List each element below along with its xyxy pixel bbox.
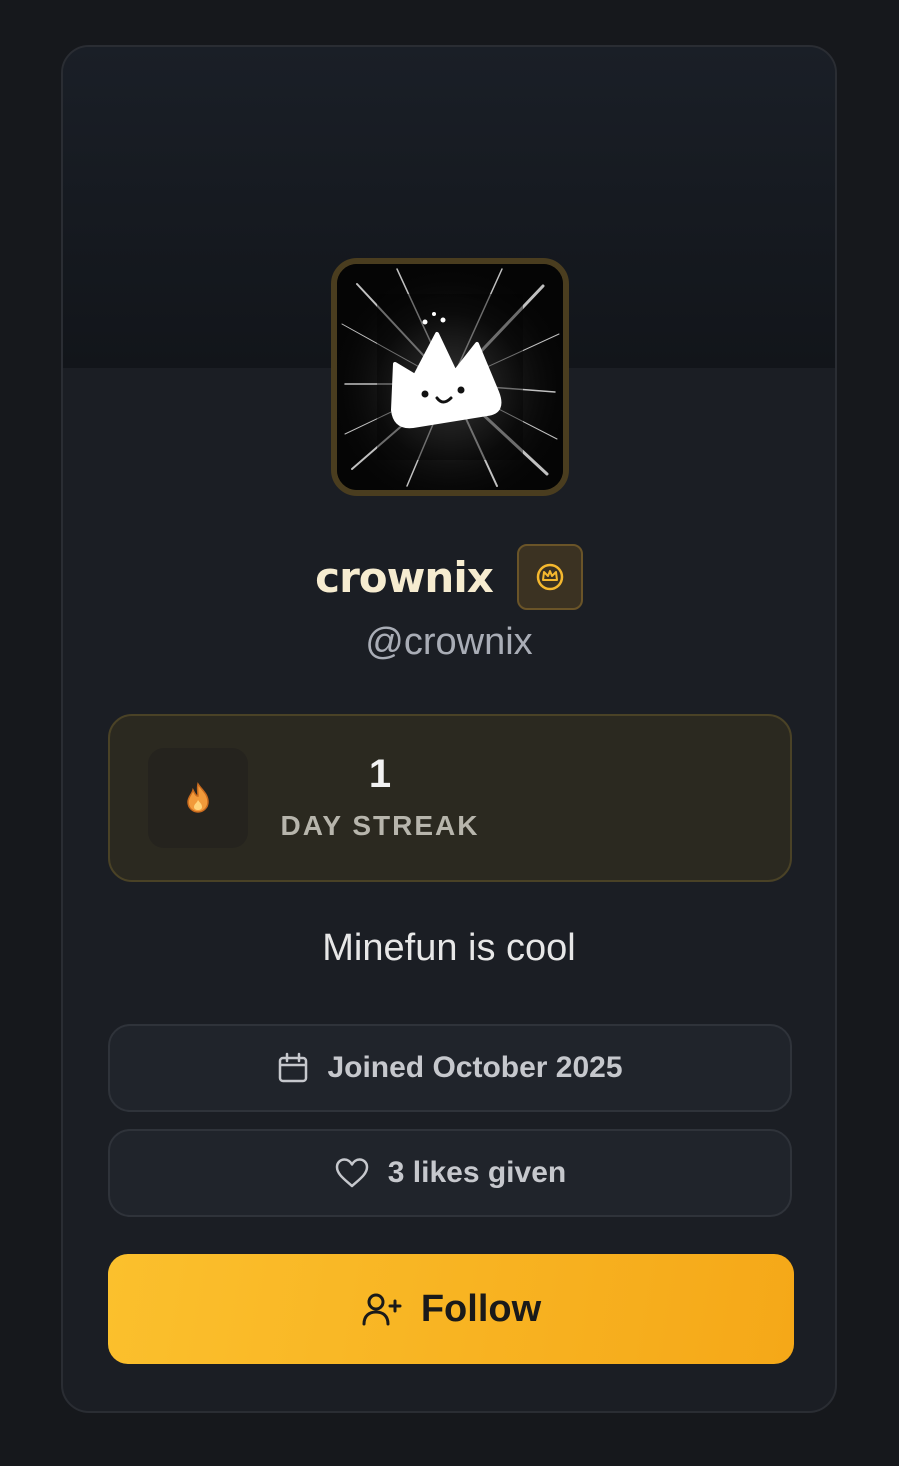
name-row: crownix [63,542,835,612]
username-handle: @crownix [365,621,533,663]
joined-date-text: Joined October 2025 [327,1051,623,1084]
avatar[interactable] [331,258,569,496]
follow-button[interactable]: Follow [108,1254,794,1364]
calendar-icon [279,1052,308,1083]
crown-badge[interactable] [516,544,583,610]
fire-icon [187,782,209,813]
streak-icon-container [148,748,248,848]
follow-button-label: Follow [420,1287,542,1330]
streak-label: DAY STREAK [280,810,480,841]
streak-card: 1 DAY STREAK [108,714,792,882]
profile-bio: Minefun is cool [322,927,576,969]
joined-date-pill: Joined October 2025 [108,1024,792,1112]
streak-count: 1 [368,752,392,796]
crown-character-icon [337,264,563,490]
heart-icon [335,1158,369,1188]
crown-badge-icon [536,563,564,591]
user-plus-icon [362,1293,402,1326]
profile-card: crownix @crownix 1 DAY STREAK Minefun is… [61,45,837,1413]
likes-given-pill: 3 likes given [108,1129,792,1217]
likes-given-text: 3 likes given [387,1156,567,1189]
display-name: crownix [315,552,494,602]
